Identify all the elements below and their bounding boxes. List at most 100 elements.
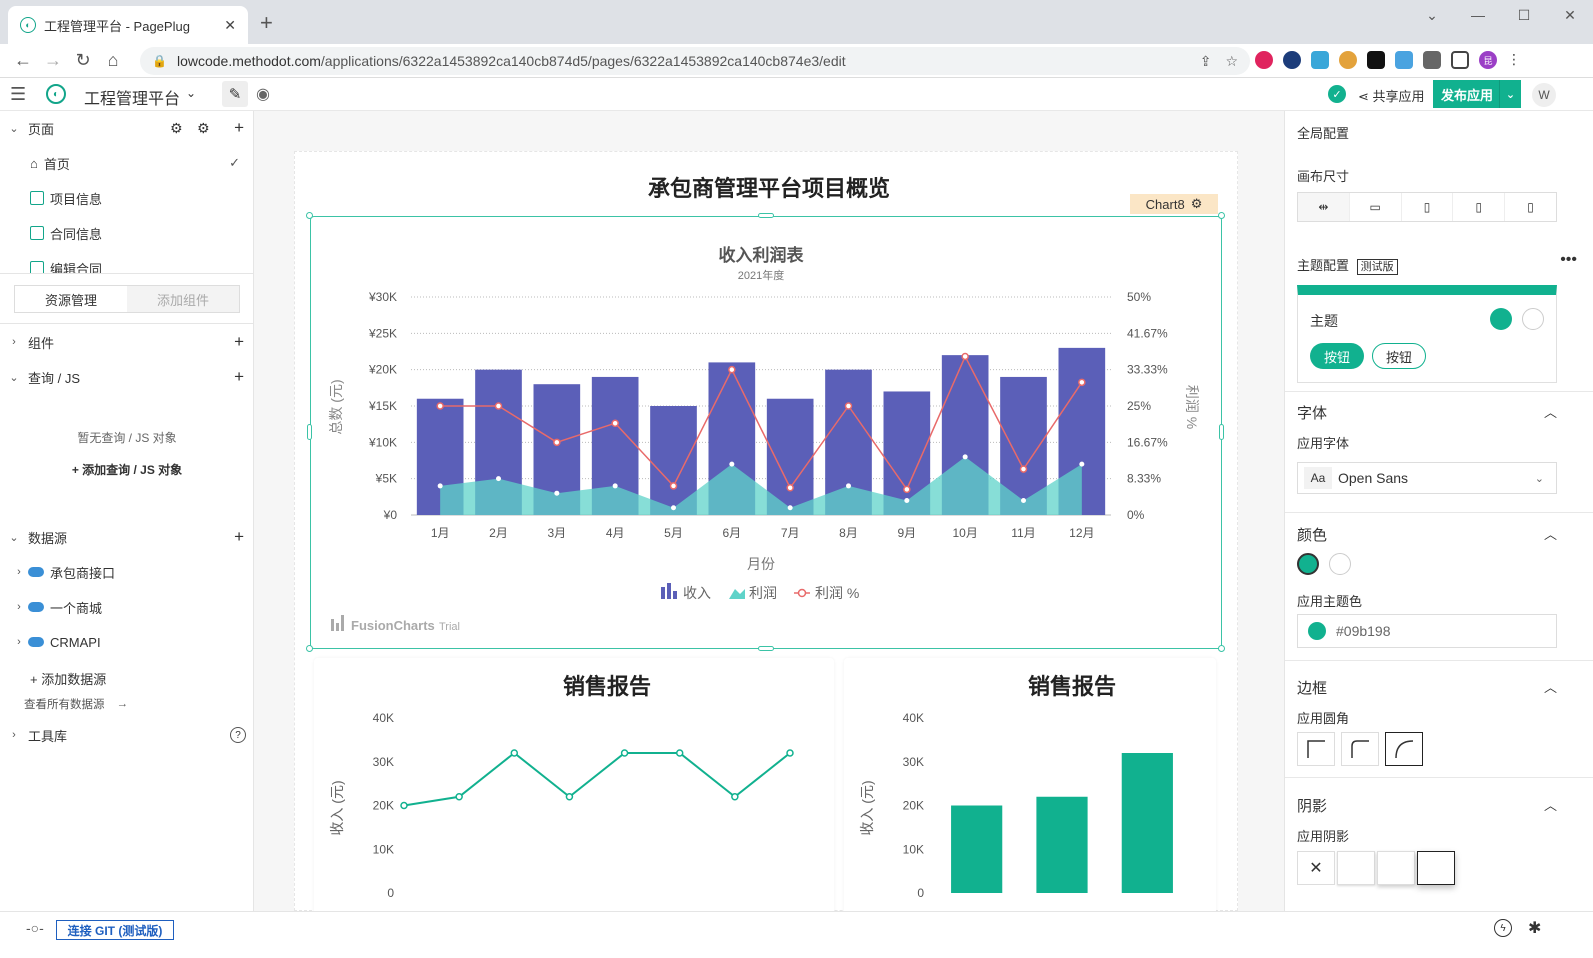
more-options-icon[interactable]: •••: [1560, 251, 1577, 269]
shadow-small-option[interactable]: [1337, 851, 1375, 885]
add-query-link[interactable]: + 添加查询 / JS 对象: [0, 461, 254, 478]
collapse-chevron-icon[interactable]: ⌄: [0, 371, 28, 384]
color-collapse-chevron-icon[interactable]: ︿: [1544, 524, 1557, 543]
edit-mode-pencil-icon[interactable]: ✎: [222, 81, 248, 107]
shadow-none-option[interactable]: ✕: [1297, 851, 1335, 885]
page-config-gear-icon[interactable]: ⚙: [197, 120, 210, 137]
collapse-chevron-icon[interactable]: ⌄: [0, 122, 28, 135]
user-avatar[interactable]: W: [1532, 83, 1556, 107]
page-settings-gear-icon[interactable]: ⚙: [170, 120, 183, 137]
publish-app-button[interactable]: 发布应用 ⌄: [1433, 80, 1521, 108]
expand-chevron-right-icon[interactable]: ›: [10, 601, 28, 613]
tab-search-icon[interactable]: ⌄: [1409, 0, 1455, 30]
share-page-icon[interactable]: ⇪: [1200, 53, 1212, 70]
queries-section-header[interactable]: ⌄ 查询 / JS +: [0, 362, 254, 392]
resize-handle[interactable]: [1218, 645, 1225, 652]
resize-handle[interactable]: [306, 212, 313, 219]
add-datasource-link[interactable]: + 添加数据源: [0, 663, 254, 693]
add-datasource-plus-icon[interactable]: +: [234, 527, 244, 547]
extension-cookie-icon[interactable]: [1339, 51, 1357, 69]
selected-widget-tag[interactable]: Chart8 ⚙: [1130, 194, 1218, 214]
canvas-size-fluid-icon[interactable]: ⇹: [1298, 193, 1350, 221]
tab-add-widget[interactable]: 添加组件: [127, 286, 239, 312]
expand-chevron-right-icon[interactable]: ›: [10, 566, 28, 578]
expand-chevron-right-icon[interactable]: ›: [0, 336, 28, 348]
extension-check-icon[interactable]: [1283, 51, 1301, 69]
window-close-icon[interactable]: ✕: [1547, 0, 1593, 30]
extension-red-icon[interactable]: [1255, 51, 1273, 69]
back-icon[interactable]: ←: [8, 50, 38, 71]
toolbox-section-header[interactable]: › 工具库 ?: [0, 720, 254, 750]
connect-git-button[interactable]: 连接 GIT (测试版): [56, 920, 174, 940]
lightning-icon[interactable]: ϟ: [1494, 919, 1512, 937]
sidebar-item-page-home[interactable]: ⌂ 首页 ✓: [0, 148, 254, 178]
color-swatch-background[interactable]: [1329, 553, 1351, 575]
publish-dropdown-chevron-icon[interactable]: ⌄: [1499, 80, 1521, 108]
view-all-datasources-link[interactable]: 查看所有数据源 →: [0, 693, 254, 715]
side-panel-icon[interactable]: [1451, 51, 1469, 69]
sidebar-item-page-project[interactable]: 项目信息: [0, 183, 254, 213]
theme-color-input[interactable]: #09b198: [1297, 614, 1557, 648]
canvas-size-desktop-icon[interactable]: ▭: [1350, 193, 1402, 221]
pages-section-header[interactable]: ⌄ 页面 ⚙ ⚙ +: [0, 113, 254, 143]
components-section-header[interactable]: › 组件 +: [0, 327, 254, 357]
resize-handle[interactable]: [1218, 212, 1225, 219]
maximize-icon[interactable]: ☐: [1501, 0, 1547, 30]
border-collapse-chevron-icon[interactable]: ︿: [1544, 677, 1557, 696]
radius-none-option[interactable]: [1297, 732, 1335, 766]
sidebar-item-page-contract[interactable]: 合同信息: [0, 218, 254, 248]
editor-canvas[interactable]: 承包商管理平台项目概览 Chart8 ⚙ 收入利润表 2021年度 ¥0 0% ¥5K 8…: [254, 111, 1284, 911]
canvas-size-mobile-icon[interactable]: ▯: [1505, 193, 1556, 221]
bookmark-star-icon[interactable]: ☆: [1225, 53, 1238, 70]
chart-widget-sales-bar[interactable]: 销售报告 0 10K 20K 30K 40K 收入 (元): [844, 658, 1216, 911]
color-swatch-primary[interactable]: [1297, 553, 1319, 575]
resize-handle[interactable]: [758, 213, 774, 218]
hamburger-menu-icon[interactable]: ☰: [10, 84, 26, 105]
widget-settings-gear-icon[interactable]: ⚙: [1191, 196, 1203, 212]
extension-color-icon[interactable]: [1395, 51, 1413, 69]
tab-resources[interactable]: 资源管理: [15, 286, 127, 312]
resize-handle[interactable]: [758, 646, 774, 651]
shadow-collapse-chevron-icon[interactable]: ︿: [1544, 795, 1557, 814]
extensions-puzzle-icon[interactable]: [1423, 51, 1441, 69]
add-query-plus-icon[interactable]: +: [234, 367, 244, 387]
reload-icon[interactable]: ↻: [68, 50, 98, 71]
url-field[interactable]: 🔒 lowcode.methodot.com /applications/632…: [140, 47, 1250, 75]
app-logo-icon[interactable]: ◐: [46, 84, 66, 104]
app-menu-chevron-down-icon[interactable]: ⌄: [186, 86, 196, 100]
radius-medium-option[interactable]: [1341, 732, 1379, 766]
extension-r-icon[interactable]: [1311, 51, 1329, 69]
sidebar-item-page-edit-contract[interactable]: 编辑合同: [0, 253, 254, 273]
collapse-chevron-icon[interactable]: ⌄: [0, 531, 28, 544]
shadow-large-option[interactable]: [1417, 851, 1455, 885]
font-select[interactable]: Aa Open Sans ⌄: [1297, 462, 1557, 494]
datasources-section-header[interactable]: ⌄ 数据源 +: [0, 522, 254, 552]
new-tab-icon[interactable]: +: [260, 10, 273, 36]
tab-close-icon[interactable]: ✕: [224, 17, 236, 34]
datasource-item[interactable]: › 承包商接口: [0, 557, 254, 587]
profile-avatar[interactable]: 昆: [1479, 51, 1497, 69]
debug-bug-icon[interactable]: ✱: [1528, 918, 1541, 938]
font-collapse-chevron-icon[interactable]: ︿: [1544, 402, 1557, 421]
preview-eye-icon[interactable]: ◉: [256, 84, 270, 104]
chart-widget-revenue-profit[interactable]: 收入利润表 2021年度 ¥0 0% ¥5K 8.33% ¥10K 16.67% ¥15K 25%…: [310, 216, 1222, 649]
resize-handle[interactable]: [307, 424, 312, 440]
shadow-medium-option[interactable]: [1377, 851, 1415, 885]
resize-handle[interactable]: [306, 645, 313, 652]
canvas-size-tablet-large-icon[interactable]: ▯: [1402, 193, 1454, 221]
extension-black-icon[interactable]: [1367, 51, 1385, 69]
minimize-icon[interactable]: —: [1455, 0, 1501, 30]
help-question-icon[interactable]: ?: [230, 727, 246, 743]
canvas-size-tablet-icon[interactable]: ▯: [1453, 193, 1506, 221]
datasource-item[interactable]: › CRMAPI: [0, 627, 254, 657]
radius-large-option[interactable]: [1385, 732, 1423, 766]
resize-handle[interactable]: [1219, 424, 1224, 440]
add-page-plus-icon[interactable]: +: [234, 118, 244, 138]
theme-preview-card[interactable]: 主题 按钮 按钮: [1297, 285, 1557, 383]
add-component-plus-icon[interactable]: +: [234, 332, 244, 352]
expand-chevron-right-icon[interactable]: ›: [0, 729, 28, 741]
forward-icon[interactable]: →: [38, 50, 68, 71]
datasource-item[interactable]: › 一个商城: [0, 592, 254, 622]
expand-chevron-right-icon[interactable]: ›: [10, 636, 28, 648]
share-app-button[interactable]: ⋖ 共享应用: [1358, 86, 1425, 105]
